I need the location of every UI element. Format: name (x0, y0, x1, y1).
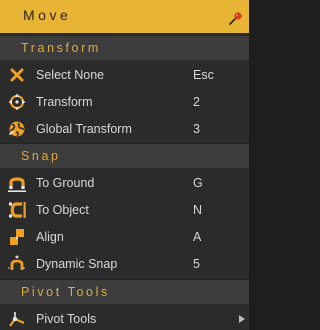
menu-item-label: To Ground (36, 176, 95, 190)
menu-item-select-none[interactable]: Select None Esc (0, 61, 249, 88)
section-header-transform: Transform (0, 35, 249, 60)
menu-item-shortcut: 2 (193, 95, 200, 109)
menu-item-shortcut: A (193, 230, 202, 244)
menu-item-shortcut: Esc (193, 68, 214, 82)
menu-item-transform[interactable]: Transform 2 (0, 88, 249, 115)
menu-item-shortcut: 5 (193, 257, 200, 271)
menu-item-label: Dynamic Snap (36, 257, 118, 271)
section-title-transform: Transform (21, 41, 101, 55)
x-icon (10, 68, 24, 82)
section-title-snap: Snap (21, 149, 61, 163)
menu-item-label: To Object (36, 203, 89, 217)
menu-item-to-object[interactable]: To Object N (0, 196, 249, 223)
menu-item-align[interactable]: Align A (0, 223, 249, 250)
menu-item-shortcut: G (193, 176, 203, 190)
move-pie-menu: Move Transform Select None Esc Transform… (0, 0, 249, 330)
menu-item-label: Pivot Tools (36, 312, 97, 326)
menu-item-shortcut: N (193, 203, 203, 217)
menu-item-to-ground[interactable]: To Ground G (0, 169, 249, 196)
pin-icon[interactable] (229, 11, 243, 25)
section-header-snap: Snap (0, 143, 249, 168)
menu-item-dynamic-snap[interactable]: Dynamic Snap 5 (0, 250, 249, 277)
section-header-pivot-tools: Pivot Tools (0, 279, 249, 304)
menu-item-pivot-tools[interactable]: Pivot Tools (0, 305, 249, 330)
menu-item-label: Transform (36, 95, 93, 109)
menu-item-shortcut: 3 (193, 122, 200, 136)
align-steps-icon (10, 229, 24, 245)
magnet-down-icon (8, 177, 26, 192)
menu-item-label: Align (36, 230, 64, 244)
panel-title: Move (23, 7, 72, 23)
globe-icon (9, 121, 25, 137)
dynamic-snap-icon (8, 255, 26, 270)
panel-title-bar[interactable]: Move (0, 0, 249, 33)
menu-item-label: Select None (36, 68, 105, 82)
menu-item-global-transform[interactable]: Global Transform 3 (0, 115, 249, 142)
section-title-pivot-tools: Pivot Tools (21, 285, 110, 299)
magnet-right-icon (9, 202, 26, 218)
submenu-arrow-icon (239, 315, 245, 323)
pivot-icon (9, 312, 25, 327)
transform-gizmo-icon (8, 93, 26, 111)
menu-item-label: Global Transform (36, 122, 132, 136)
